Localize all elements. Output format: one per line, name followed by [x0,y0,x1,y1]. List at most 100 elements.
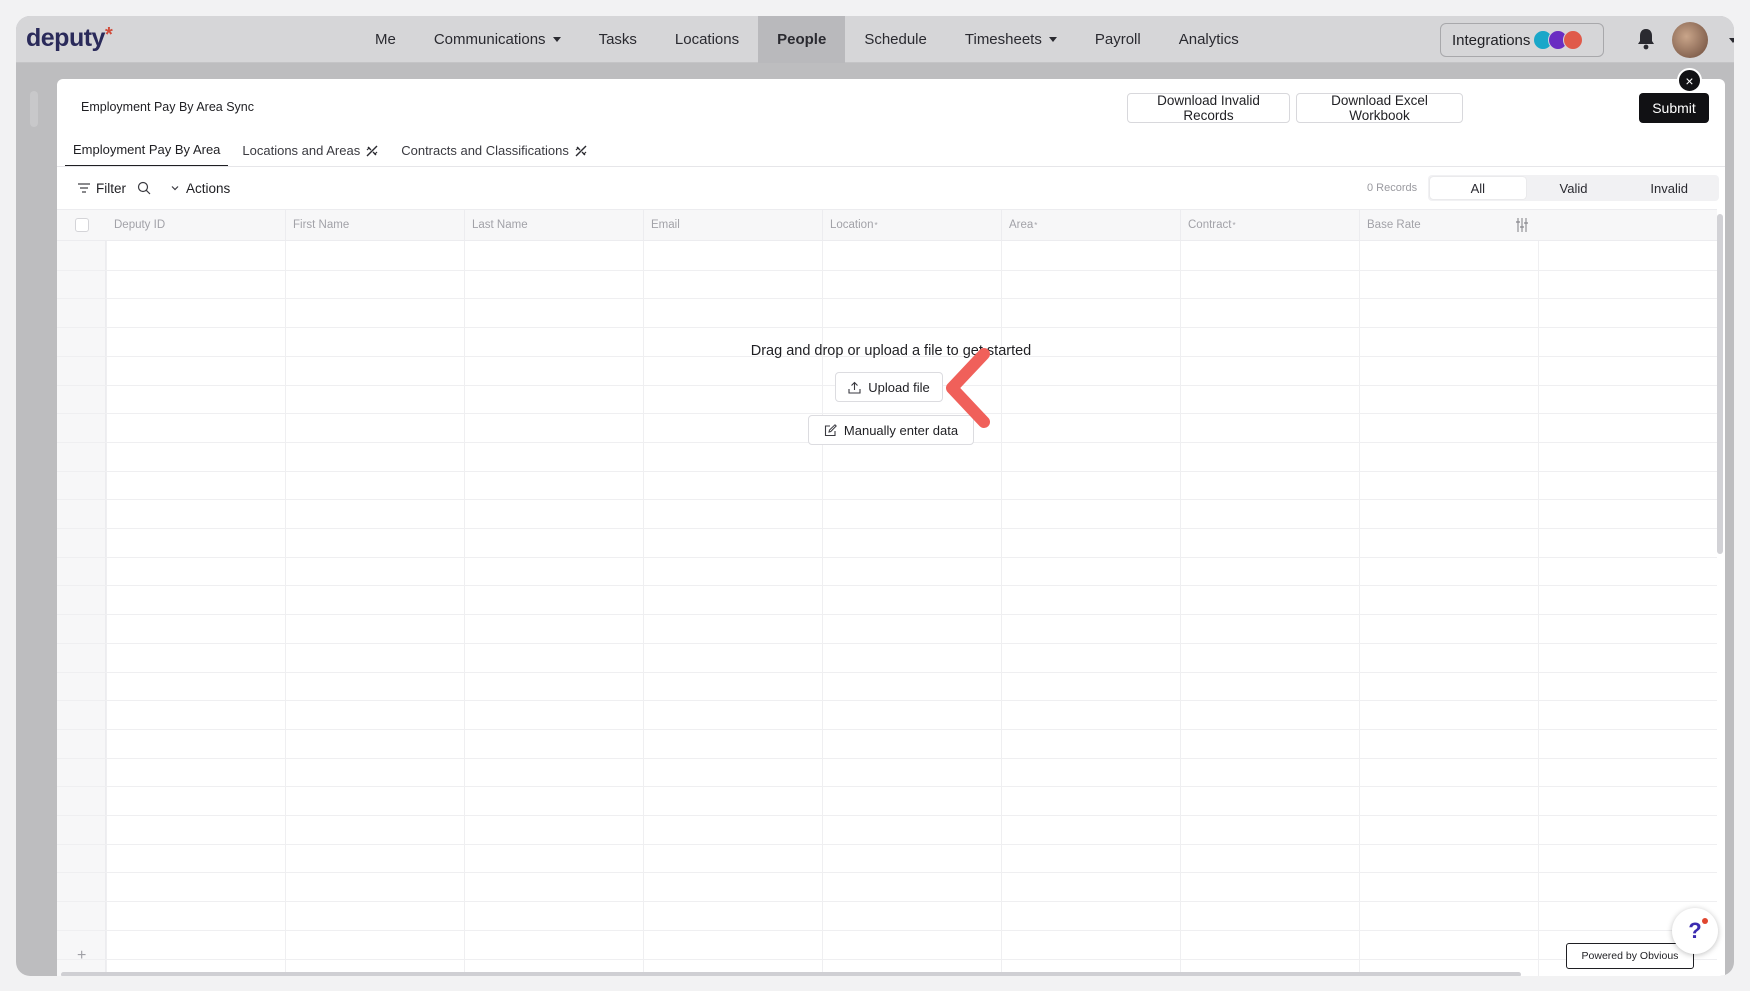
nav-item-me[interactable]: Me [356,16,415,63]
row-divider [57,556,1717,558]
row-divider [57,958,1717,960]
row-divider [57,786,1717,788]
horizontal-scrollbar[interactable] [61,972,1521,976]
row-divider [57,585,1717,587]
column-header-email[interactable]: Email [643,210,822,240]
submit-button[interactable]: Submit [1639,93,1709,123]
required-marker: * [874,220,878,230]
nav-item-label: Me [375,31,396,48]
empty-state-message: Drag and drop or upload a file to get st… [750,343,1032,359]
column-header-label: Deputy ID [114,219,166,231]
pointer-arrow-icon [946,348,990,428]
nav-item-label: Tasks [598,31,637,48]
nav-item-label: Payroll [1094,31,1141,48]
upload-file-label: Upload file [868,379,930,395]
nav-item-people[interactable]: People [758,16,846,63]
nav-item-label: Locations [674,31,740,48]
column-header-last-name[interactable]: Last Name [464,210,643,240]
select-all-checkbox[interactable] [75,218,89,232]
background-card [30,91,38,127]
column-header-label: First Name [293,219,350,231]
nav-item-tasks[interactable]: Tasks [580,16,656,63]
nav-item-label: Analytics [1178,31,1239,48]
app-window: deputy* Me Communications Tasks Locations Pe… [16,16,1734,976]
column-header-area[interactable]: Area * [1001,210,1180,240]
powered-by-badge[interactable]: Powered by Obvious [1566,943,1694,969]
logo-star: * [104,24,113,46]
grid-header: Deputy ID First Name Last Name Email Locatio… [57,209,1717,241]
nav-item-communications[interactable]: Communications [415,16,580,63]
header-divider [1180,210,1181,240]
grid-toolbar: Filter Actions 0 Records All Valid Invalid [57,167,1725,209]
vertical-scrollbar[interactable] [1717,214,1723,554]
nav-item-label: Schedule [864,31,927,48]
row-divider [57,470,1717,472]
column-header-label: Last Name [472,219,528,231]
download-excel-workbook-button[interactable]: Download Excel Workbook [1296,93,1463,123]
column-header-location[interactable]: Location * [822,210,1001,240]
row-divider [57,327,1717,329]
row-divider [57,298,1717,300]
tab-label: Employment Pay By Area [73,142,221,157]
column-header-contract[interactable]: Contract * [1180,210,1359,240]
column-header-label: Email [651,219,680,231]
edit-icon [824,423,837,436]
deputy-logo[interactable]: deputy* [26,24,113,53]
row-divider [57,757,1717,759]
filter-label: Filter [96,180,126,196]
help-notification-dot [1702,918,1708,924]
segment-valid[interactable]: Valid [1526,177,1622,199]
nav-item-label: Communications [433,31,546,48]
row-divider [57,872,1717,874]
column-header-label: Area [1009,219,1034,231]
nav-item-analytics[interactable]: Analytics [1160,16,1258,63]
required-marker: * [1034,220,1038,230]
column-header-label: Base Rate [1367,219,1421,231]
nav-item-locations[interactable]: Locations [656,16,758,63]
chevron-down-icon[interactable] [1729,38,1734,43]
integrations-button[interactable]: Integrations [1440,23,1604,57]
integration-logo-icon [1563,30,1584,50]
close-modal-button[interactable]: × [1677,68,1702,93]
upload-icon [848,381,861,394]
header-divider [822,210,823,240]
nav-item-payroll[interactable]: Payroll [1076,16,1160,63]
user-avatar[interactable] [1672,22,1708,58]
header-divider [285,210,286,240]
header-divider [1001,210,1002,240]
column-header-label: Contract [1188,219,1232,231]
nav-item-label: People [777,31,827,48]
sync-modal: Employment Pay By Area Sync Download Inv… [57,79,1725,976]
column-header-base-rate[interactable]: Base Rate [1359,210,1538,240]
row-divider [57,843,1717,845]
add-row-button[interactable]: + [77,947,86,965]
nav-item-timesheets[interactable]: Timesheets [946,16,1076,63]
filter-button[interactable]: Filter [77,167,126,209]
bell-icon[interactable] [1636,28,1656,50]
segment-invalid[interactable]: Invalid [1621,177,1717,199]
record-filter-segmented: All Valid Invalid [1428,175,1719,201]
actions-dropdown[interactable]: Actions [170,167,230,209]
nav-item-schedule[interactable]: Schedule [845,16,946,63]
tab-employment-pay-by-area[interactable]: Employment Pay By Area [65,134,229,167]
tab-locations-and-areas[interactable]: Locations and Areas [234,134,387,167]
chevron-down-icon [552,37,561,42]
chevron-down-icon [171,186,179,191]
column-header-first-name[interactable]: First Name [285,210,464,240]
header-divider [643,210,644,240]
download-invalid-records-button[interactable]: Download Invalid Records [1127,93,1290,123]
upload-file-button[interactable]: Upload file [835,372,943,402]
row-divider [57,929,1717,931]
tab-contracts-and-classifications[interactable]: Contracts and Classifications [393,134,596,167]
top-navigation: deputy* Me Communications Tasks Locations Pe… [16,16,1734,63]
row-divider [57,614,1717,616]
integration-logos [1533,30,1584,50]
segment-all[interactable]: All [1430,177,1526,199]
help-button[interactable]: ? [1672,908,1718,954]
chevron-down-icon [1048,37,1057,42]
row-divider [57,728,1717,730]
search-icon[interactable] [137,181,151,195]
integrations-label: Integrations [1452,31,1531,49]
column-header-deputy-id[interactable]: Deputy ID [106,210,285,240]
unlinked-icon [366,145,378,156]
